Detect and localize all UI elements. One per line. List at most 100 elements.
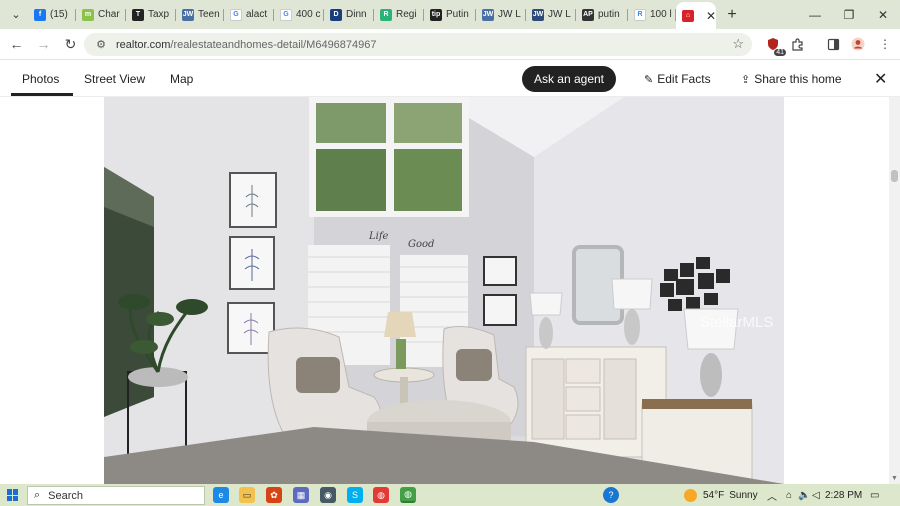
weather-temp: 54°F xyxy=(703,489,725,501)
extensions-puzzle-icon[interactable] xyxy=(788,35,806,53)
jw-icon: JW xyxy=(482,8,494,21)
extension-badge: 41 xyxy=(774,49,786,56)
browser-menu-icon[interactable]: ⋮ xyxy=(876,35,894,53)
url-path: /realestateandhomes-detail/M6496874967 xyxy=(170,38,377,51)
browser-tab-label: Taxp xyxy=(148,9,170,20)
weather-text: Sunny xyxy=(729,489,758,501)
realtor-r-icon: R xyxy=(634,8,646,21)
chrome-icon[interactable]: ◍ xyxy=(373,487,389,503)
listing-photo[interactable]: Life Good StellarMLS xyxy=(104,97,784,484)
taskbar-search-label: Search xyxy=(48,489,84,502)
share-icon: ⇪ xyxy=(741,74,751,86)
browser-tab[interactable]: T Taxp xyxy=(126,3,176,27)
skype-icon[interactable]: S xyxy=(347,487,363,503)
taskbar-search-box[interactable]: ⌕ Search xyxy=(27,486,205,505)
wall-decal-life: Life xyxy=(368,231,389,242)
mls-watermark: StellarMLS xyxy=(700,314,773,331)
browser-tab-label: Putin xyxy=(446,9,469,20)
file-explorer-icon[interactable]: ▭ xyxy=(239,487,255,503)
weather-sun-icon xyxy=(684,488,697,502)
volume-icon[interactable]: 🔈 xyxy=(798,484,810,506)
minimize-icon[interactable]: — xyxy=(798,0,832,29)
back-icon[interactable]: ← xyxy=(4,32,29,57)
extension-shield-icon[interactable]: 41 xyxy=(764,35,786,56)
photos-app-icon[interactable]: ▦ xyxy=(293,487,309,503)
browser-tab[interactable]: JW JW L xyxy=(526,3,576,27)
browser-tab[interactable]: D Dinn xyxy=(324,3,374,27)
browser-tab-label: JW L xyxy=(548,9,571,20)
restore-icon[interactable]: ❐ xyxy=(832,0,866,29)
network-icon[interactable]: ⌂ xyxy=(786,484,792,506)
browser-tab-label: Dinn xyxy=(346,9,367,20)
help-icon[interactable]: ? xyxy=(603,487,619,503)
browser-tab[interactable]: f (15) xyxy=(28,3,76,27)
scroll-down-arrow-icon[interactable]: ▼ xyxy=(891,475,898,482)
tab-street-view[interactable]: Street View xyxy=(84,72,145,86)
notifications-icon[interactable]: ▭ xyxy=(870,484,879,506)
photo-stage: Life Good StellarMLS xyxy=(0,97,889,484)
search-icon: ⌕ xyxy=(34,489,41,501)
ap-news-icon: AP xyxy=(582,8,594,21)
new-tab-button[interactable]: + xyxy=(720,6,744,24)
volume-level-icon: ◁ xyxy=(812,489,820,501)
browser-tab[interactable]: R 100 l xyxy=(628,3,676,27)
side-panel-icon[interactable] xyxy=(824,35,842,53)
window-controls: — ❐ ✕ xyxy=(798,0,900,29)
tab-search-button[interactable]: ⌄ xyxy=(4,4,28,26)
start-button[interactable] xyxy=(0,484,26,506)
forward-icon[interactable]: → xyxy=(31,32,56,57)
photo-viewer-header: Photos Street View Map Ask an agent ✎ Edi… xyxy=(0,61,900,97)
windows-logo-icon xyxy=(7,489,19,501)
close-window-icon[interactable]: ✕ xyxy=(866,0,900,29)
tax-site-icon: T xyxy=(132,8,144,21)
reload-icon[interactable]: ↻ xyxy=(58,32,83,57)
dinner-site-icon: D xyxy=(330,8,342,21)
browser-tab[interactable]: tip Putin xyxy=(424,3,476,27)
browser-tab-label: putin xyxy=(598,9,620,20)
browser-tab[interactable]: JW JW L xyxy=(476,3,526,27)
tab-list: f (15) m Char T Taxp JW Teen Galact G 400 c D Dinn R R… xyxy=(28,0,716,29)
browser-tab[interactable]: R Regi xyxy=(374,3,424,27)
site-info-icon[interactable]: ⚙ xyxy=(90,38,112,51)
clock[interactable]: 2:28 PM xyxy=(825,484,862,506)
profile-avatar-icon[interactable] xyxy=(849,35,867,53)
page-scrollbar[interactable]: ▼ xyxy=(889,97,900,484)
paint-icon[interactable]: ✿ xyxy=(266,487,282,503)
browser-tab-label: alact xyxy=(246,9,268,20)
chrome-active-icon[interactable]: ◍ xyxy=(400,487,416,503)
close-viewer-icon[interactable]: ✕ xyxy=(874,69,887,89)
scrollbar-thumb[interactable] xyxy=(891,170,898,182)
windows-taskbar: ⌕ Search e ▭ ✿ ▦ ◉ S ◍ ◍ ? 54°F Sunny ︿ … xyxy=(0,484,900,506)
wall-decal-good: Good xyxy=(408,239,434,250)
browser-tab-label: 400 c xyxy=(296,9,321,20)
browser-tab-label: Regi xyxy=(396,9,417,20)
browser-tab[interactable]: Galact xyxy=(224,3,274,27)
url-host: realtor.com xyxy=(116,38,171,51)
browser-tab[interactable]: G 400 c xyxy=(274,3,324,27)
weather-widget[interactable]: 54°F Sunny xyxy=(684,484,758,506)
ask-agent-button[interactable]: Ask an agent xyxy=(522,66,616,92)
camera-icon[interactable]: ◉ xyxy=(320,487,336,503)
edge-icon[interactable]: e xyxy=(213,487,229,503)
realtor-home-icon: ⌂ xyxy=(682,9,694,22)
browser-tab[interactable]: ⌂ ✕ xyxy=(676,2,716,29)
jw-library-icon: JW xyxy=(532,8,544,21)
tray-chevron-icon[interactable]: ︿ xyxy=(767,484,777,506)
browser-tab-label: (15) xyxy=(50,9,68,20)
register-site-icon: R xyxy=(380,8,392,21)
address-bar[interactable]: ⚙ realtor.com/realestateandhomes-detail/… xyxy=(84,33,752,56)
close-tab-icon[interactable]: ✕ xyxy=(706,9,716,23)
google-icon: G xyxy=(280,8,292,21)
tip-site-icon: tip xyxy=(430,8,442,21)
browser-tab[interactable]: AP putin xyxy=(576,3,628,27)
share-home-button[interactable]: ⇪ Share this home xyxy=(741,72,842,86)
clock-time: 2:28 PM xyxy=(825,489,863,501)
browser-tab[interactable]: JW Teen xyxy=(176,3,224,27)
browser-tab-label: Char xyxy=(98,9,120,20)
browser-tab[interactable]: m Char xyxy=(76,3,126,27)
pencil-icon: ✎ xyxy=(644,74,654,86)
tab-photos[interactable]: Photos xyxy=(22,72,59,86)
edit-facts-button[interactable]: ✎ Edit Facts xyxy=(644,72,711,86)
bookmark-star-icon[interactable]: ☆ xyxy=(732,36,744,52)
tab-map[interactable]: Map xyxy=(170,72,193,86)
